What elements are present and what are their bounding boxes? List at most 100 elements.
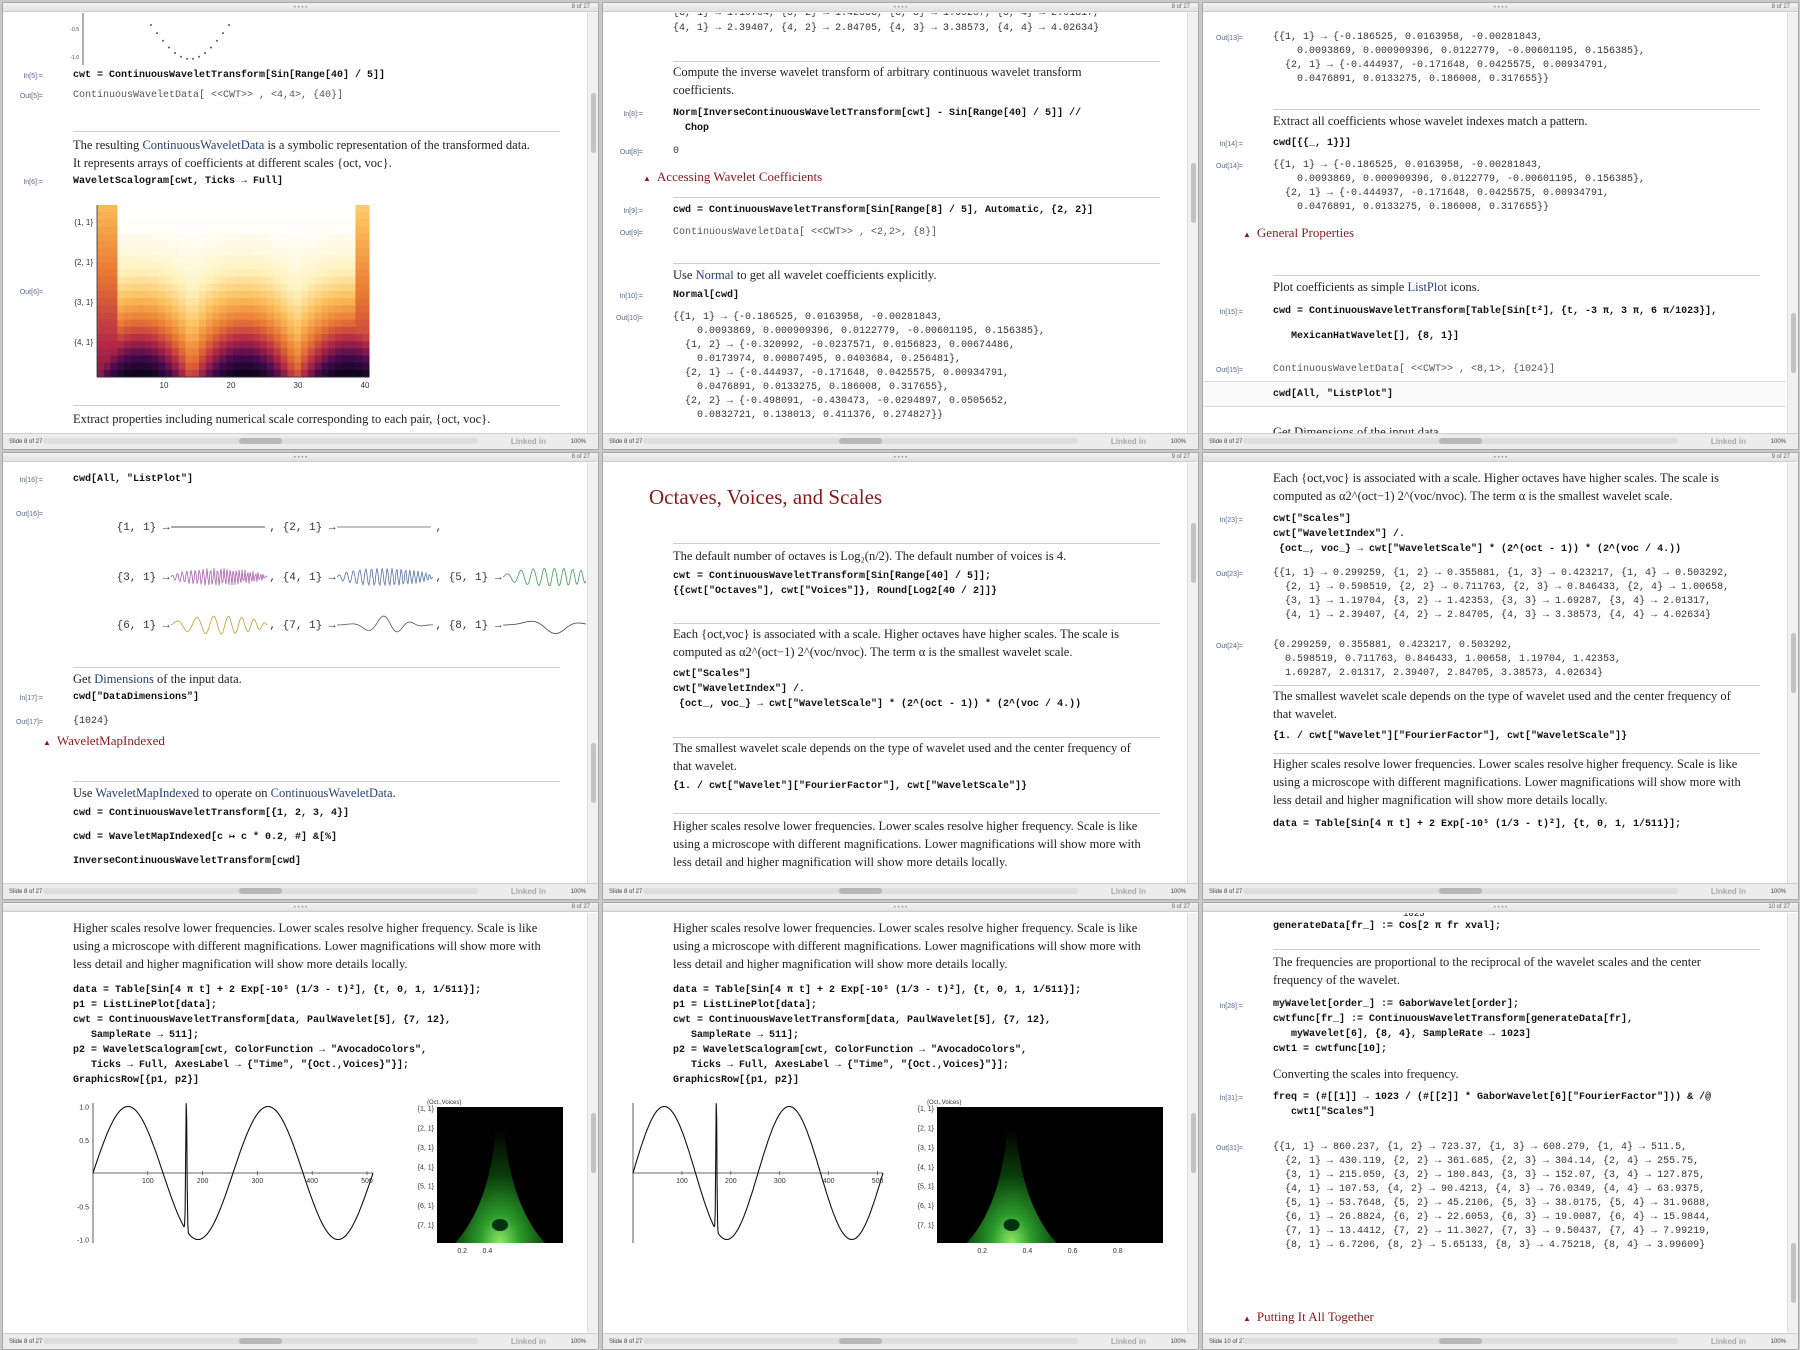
scalogram-cell [185,362,193,371]
grip-icon[interactable]: • • • • [291,5,311,11]
horizontal-scrollbar[interactable] [1243,1338,1678,1344]
scalogram-cell [144,269,152,278]
input-cell[interactable]: cwd[All, "ListPlot"] [73,472,193,487]
scalogram-cell [171,240,180,249]
input-cell[interactable]: {oct_, voc_} → cwt["WaveletScale"] * (2^… [1273,542,1681,557]
zoom-level[interactable]: 100% [1771,1339,1786,1345]
input-cell[interactable]: {oct_, voc_} → cwt["WaveletScale"] * (2^… [673,697,1081,712]
vertical-scrollbar[interactable] [1187,913,1198,1333]
section-accessing-coefficients[interactable]: ▲ Accessing Wavelet Coefficients [643,169,822,185]
grip-icon[interactable]: • • • • [1491,905,1511,911]
scalogram-cell [205,305,214,313]
vertical-scrollbar[interactable] [1787,13,1798,433]
grip-icon[interactable]: • • • • [891,455,911,461]
vertical-scrollbar[interactable] [587,13,598,433]
input-cell[interactable]: freq = (#[[1]] → 1023 / (#[[2]] * GaborW… [1273,1090,1711,1105]
horizontal-scrollbar[interactable] [1243,888,1678,894]
input-cell[interactable]: Chop [673,121,709,136]
zoom-level[interactable]: 100% [1171,1339,1186,1345]
zoom-level[interactable]: 100% [1771,439,1786,445]
input-cell[interactable]: {{cwt["Octaves"], cwt["Voices"]}, Round[… [673,584,997,599]
scalogram-cell [239,219,248,227]
zoom-level[interactable]: 100% [571,1339,586,1345]
grip-icon[interactable]: • • • • [1491,5,1511,11]
input-cell[interactable]: data = Table[Sin[4 π t] + 2 Exp[-10⁵ (1/… [1273,817,1681,832]
zoom-level[interactable]: 100% [1771,889,1786,895]
input-cell[interactable]: InverseContinuousWaveletTransform[cwd] [73,854,301,869]
scalogram-cell [335,226,343,235]
input-cell[interactable]: MexicanHatWavelet[], {8, 1}] [1273,329,1459,344]
grip-icon[interactable]: • • • • [1491,455,1511,461]
collapse-triangle-icon[interactable]: ▲ [43,738,51,747]
doc-link[interactable]: WaveletMapIndexed [95,786,199,800]
zoom-level[interactable]: 100% [1171,439,1186,445]
input-cell[interactable]: cwd[All, "ListPlot"] [1273,387,1393,402]
section-putting-it-all-together[interactable]: ▲ Putting It All Together [1243,1309,1374,1325]
scalogram-cell [239,319,248,328]
doc-link[interactable]: ContinuousWaveletData [271,786,393,800]
grip-icon[interactable]: • • • • [291,905,311,911]
code-line: GraphicsRow[{p1, p2}] [673,1075,800,1086]
scalogram-cell [301,312,309,321]
vertical-scrollbar[interactable] [1787,463,1798,883]
output-line: {4, 1} → 2.39407, {4, 2} → 2.84705, {4, … [673,23,1100,34]
input-cell[interactable]: cwd = ContinuousWaveletTransform[Table[S… [1273,304,1717,319]
grip-icon[interactable]: • • • • [291,455,311,461]
section-general-properties[interactable]: ▲ General Properties [1243,225,1354,241]
input-cell[interactable]: cwt["WaveletIndex"] /. [1273,527,1405,542]
input-cell[interactable]: cwt = ContinuousWaveletTransform[Sin[Ran… [673,569,991,584]
scalogram-cell [192,240,200,249]
scalogram-cell [307,305,316,313]
input-cell[interactable]: Normal[cwd] [673,288,739,303]
status-bar: Slide 8 of 27 Linked in 100% [603,883,1198,899]
horizontal-scrollbar[interactable] [43,888,478,894]
input-cell[interactable]: cwt["Scales"] [1273,512,1351,527]
scalogram-cell [328,283,336,292]
scalogram-cell [294,298,302,306]
input-cell[interactable]: {1. / cwt["Wavelet"]["FourierFactor"], c… [673,779,1027,794]
horizontal-scrollbar[interactable] [43,1338,478,1344]
vertical-scrollbar[interactable] [1187,463,1198,883]
input-cell[interactable]: WaveletScalogram[cwt, Ticks → Full] [73,174,283,189]
collapse-triangle-icon[interactable]: ▲ [1243,1314,1251,1323]
doc-link[interactable]: ListPlot [1407,280,1447,294]
vertical-scrollbar[interactable] [587,463,598,883]
grip-icon[interactable]: • • • • [891,5,911,11]
horizontal-scrollbar[interactable] [643,1338,1078,1344]
input-cell[interactable]: Norm[InverseContinuousWaveletTransform[c… [673,106,1081,121]
text-cell: Extract properties including numerical s… [73,412,491,426]
doc-link[interactable]: ContinuousWaveletData [142,138,264,152]
input-cell[interactable]: cwt1["Scales"] [1273,1105,1375,1120]
section-waveletmapindexed[interactable]: ▲ WaveletMapIndexed [43,733,165,749]
input-cell[interactable]: {1. / cwt["Wavelet"]["FourierFactor"], c… [1273,729,1627,744]
horizontal-scrollbar[interactable] [1243,438,1678,444]
scalogram-cell [110,334,118,342]
input-cell[interactable]: cwt["Scales"] [673,667,751,682]
input-cell[interactable]: cwt = ContinuousWaveletTransform[Sin[Ran… [73,68,385,83]
listplot-row-3: {6, 1} →, {7, 1} →, {8, 1} → [77,599,586,651]
vertical-scrollbar[interactable] [1787,913,1798,1333]
vertical-scrollbar[interactable] [587,913,598,1333]
vertical-scrollbar[interactable] [1187,13,1198,433]
zoom-level[interactable]: 100% [571,439,586,445]
collapse-triangle-icon[interactable]: ▲ [1243,230,1251,239]
input-cell[interactable]: cwd = ContinuousWaveletTransform[{1, 2, … [73,806,349,821]
zoom-level[interactable]: 100% [1171,889,1186,895]
horizontal-scrollbar[interactable] [43,438,478,444]
input-cell[interactable]: generateData[fr_] := Cos[2 π fr xval]; [1273,919,1501,934]
input-cell[interactable]: cwd = WaveletMapIndexed[c ↦ c * 0.2, #] … [73,830,337,845]
input-cell[interactable]: cwd = ContinuousWaveletTransform[Sin[Ran… [673,203,1093,218]
input-cell[interactable]: cwd[{{_, 1}}] [1273,136,1351,151]
collapse-triangle-icon[interactable]: ▲ [643,174,651,183]
horizontal-scrollbar[interactable] [643,888,1078,894]
grip-icon[interactable]: • • • • [891,905,911,911]
input-cell[interactable]: cwt["WaveletIndex"] /. [673,682,805,697]
scalogram-cell [246,326,254,335]
horizontal-scrollbar[interactable] [643,438,1078,444]
input-cell[interactable]: cwd["DataDimensions"] [73,690,199,705]
scalogram-cell [124,369,132,378]
zoom-level[interactable]: 100% [571,889,586,895]
doc-link[interactable]: Dimensions [94,672,154,686]
scalogram-cell [124,298,132,306]
doc-link[interactable]: Normal [696,268,734,282]
